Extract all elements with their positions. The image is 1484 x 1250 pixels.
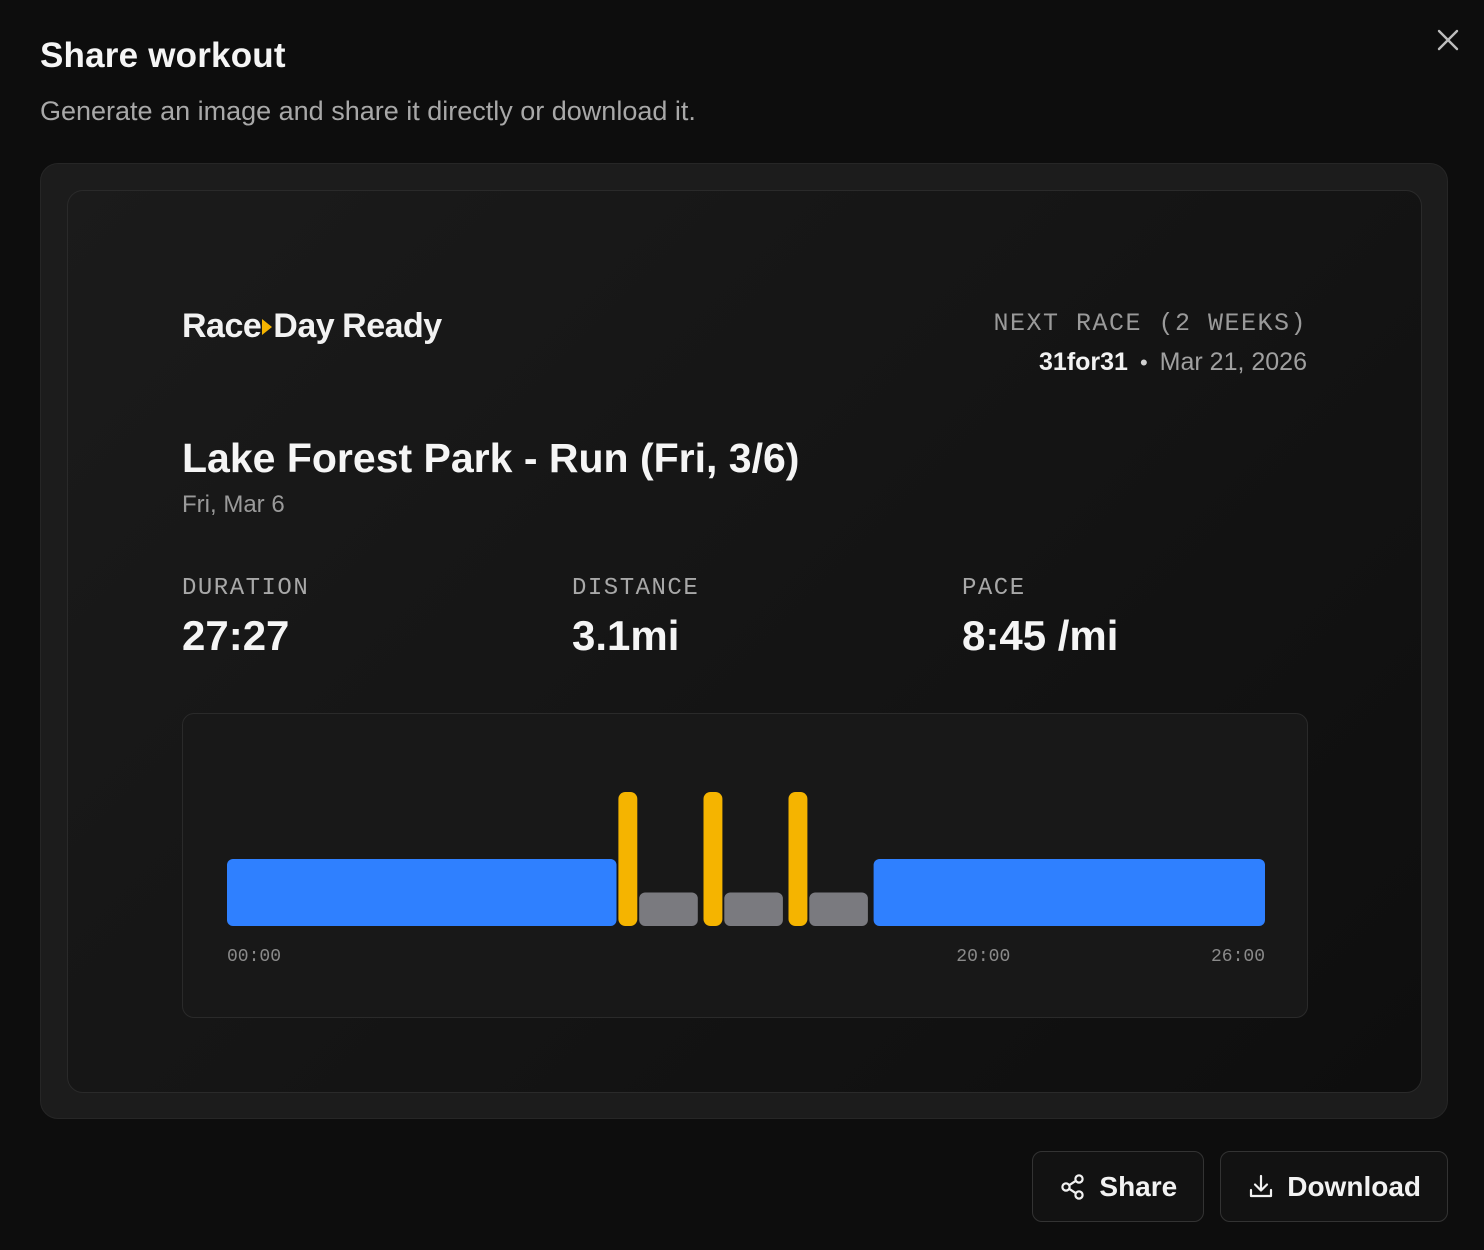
stat-label: PACE [962,575,1026,602]
stat-label: DISTANCE [572,575,700,602]
share-icon [1061,1173,1085,1200]
stat-distance: DISTANCE 3.1mi [572,575,699,660]
chart-segment-interval [618,792,638,926]
brand-triangle-icon [262,318,273,335]
chart-segment-recovery [809,892,868,926]
stat-value: 27:27 [182,612,290,659]
brand-logo-part: Ready [342,307,442,345]
share-button[interactable]: Share [1032,1151,1205,1222]
workout-share-card: Race Day Ready NEXT RACE (2 WEEKS) 31for… [67,190,1422,1093]
chart-segment-recovery [639,892,698,926]
dialog-actions: Share Download [1032,1151,1448,1222]
close-icon [1437,29,1459,51]
chart-segment-recovery [724,892,783,926]
dialog-subtitle: Generate an image and share it directly … [40,96,696,126]
stat-value: 8:45 /mi [962,612,1119,659]
next-race-date: Mar 21, 2026 [1159,348,1307,376]
brand-logo-part: Day [273,307,335,345]
next-race-label: NEXT RACE (2 WEEKS) [993,309,1307,338]
workout-structure-chart: 00:00 20:00 26:00 [182,713,1308,1018]
chart-tick-label: 00:00 [227,947,281,967]
chart-segment-interval [788,792,808,926]
stat-pace: PACE 8:45 /mi [962,575,1118,660]
next-race-info: NEXT RACE (2 WEEKS) 31for31 • Mar 21, 20… [993,309,1307,377]
stat-label: DURATION [182,575,310,602]
chart-tick-label: 26:00 [1211,947,1265,967]
stat-value: 3.1mi [572,612,680,659]
stat-duration: DURATION 27:27 [182,575,309,660]
workout-date: Fri, Mar 6 [182,491,285,518]
share-button-label: Share [1099,1170,1178,1202]
download-icon [1250,1174,1273,1197]
brand-logo: Race Day Ready [182,307,442,346]
share-workout-dialog: Share workout Generate an image and shar… [0,0,1484,1250]
chart-segment-easy [227,859,617,926]
download-button-label: Download [1287,1170,1421,1202]
download-button[interactable]: Download [1220,1151,1448,1222]
image-preview-frame: Race Day Ready NEXT RACE (2 WEEKS) 31for… [40,163,1448,1119]
workout-title: Lake Forest Park - Run (Fri, 3/6) [182,435,800,481]
chart-segment-easy [873,859,1265,926]
workout-chart-svg: 00:00 20:00 26:00 [227,792,1265,967]
chart-tick-label: 20:00 [956,947,1010,967]
close-button[interactable] [1430,22,1466,58]
brand-logo-part: Race [182,307,262,345]
separator-dot: • [1139,349,1148,375]
next-race-name: 31for31 [1039,348,1128,376]
dialog-title: Share workout [40,36,286,75]
chart-segment-interval [703,792,723,926]
